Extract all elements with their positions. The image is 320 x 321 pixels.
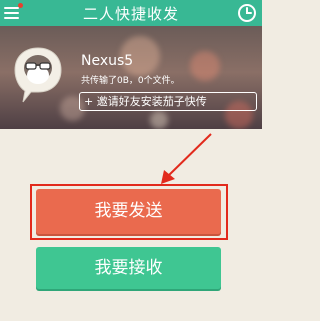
page-title: 二人快捷收发 <box>82 5 179 23</box>
profile-banner: Nexus5 共传输了0B，0个文件。 + 邀请好友安装茄子快传 <box>0 26 262 129</box>
receive-button[interactable]: 我要接收 <box>36 247 221 289</box>
annotation-arrow-icon <box>161 133 212 184</box>
avatar-icon <box>14 47 62 103</box>
clock-icon[interactable] <box>237 3 257 23</box>
send-button[interactable]: 我要发送 <box>36 189 221 234</box>
avatar[interactable] <box>13 46 63 106</box>
device-name: Nexus5 <box>81 53 134 69</box>
bokeh-light <box>190 51 220 81</box>
bokeh-light <box>150 111 168 129</box>
invite-friends-button[interactable]: + 邀请好友安装茄子快传 <box>79 92 257 111</box>
top-bar: 二人快捷收发 <box>0 0 262 26</box>
transfer-info: 共传输了0B，0个文件。 <box>81 76 180 86</box>
